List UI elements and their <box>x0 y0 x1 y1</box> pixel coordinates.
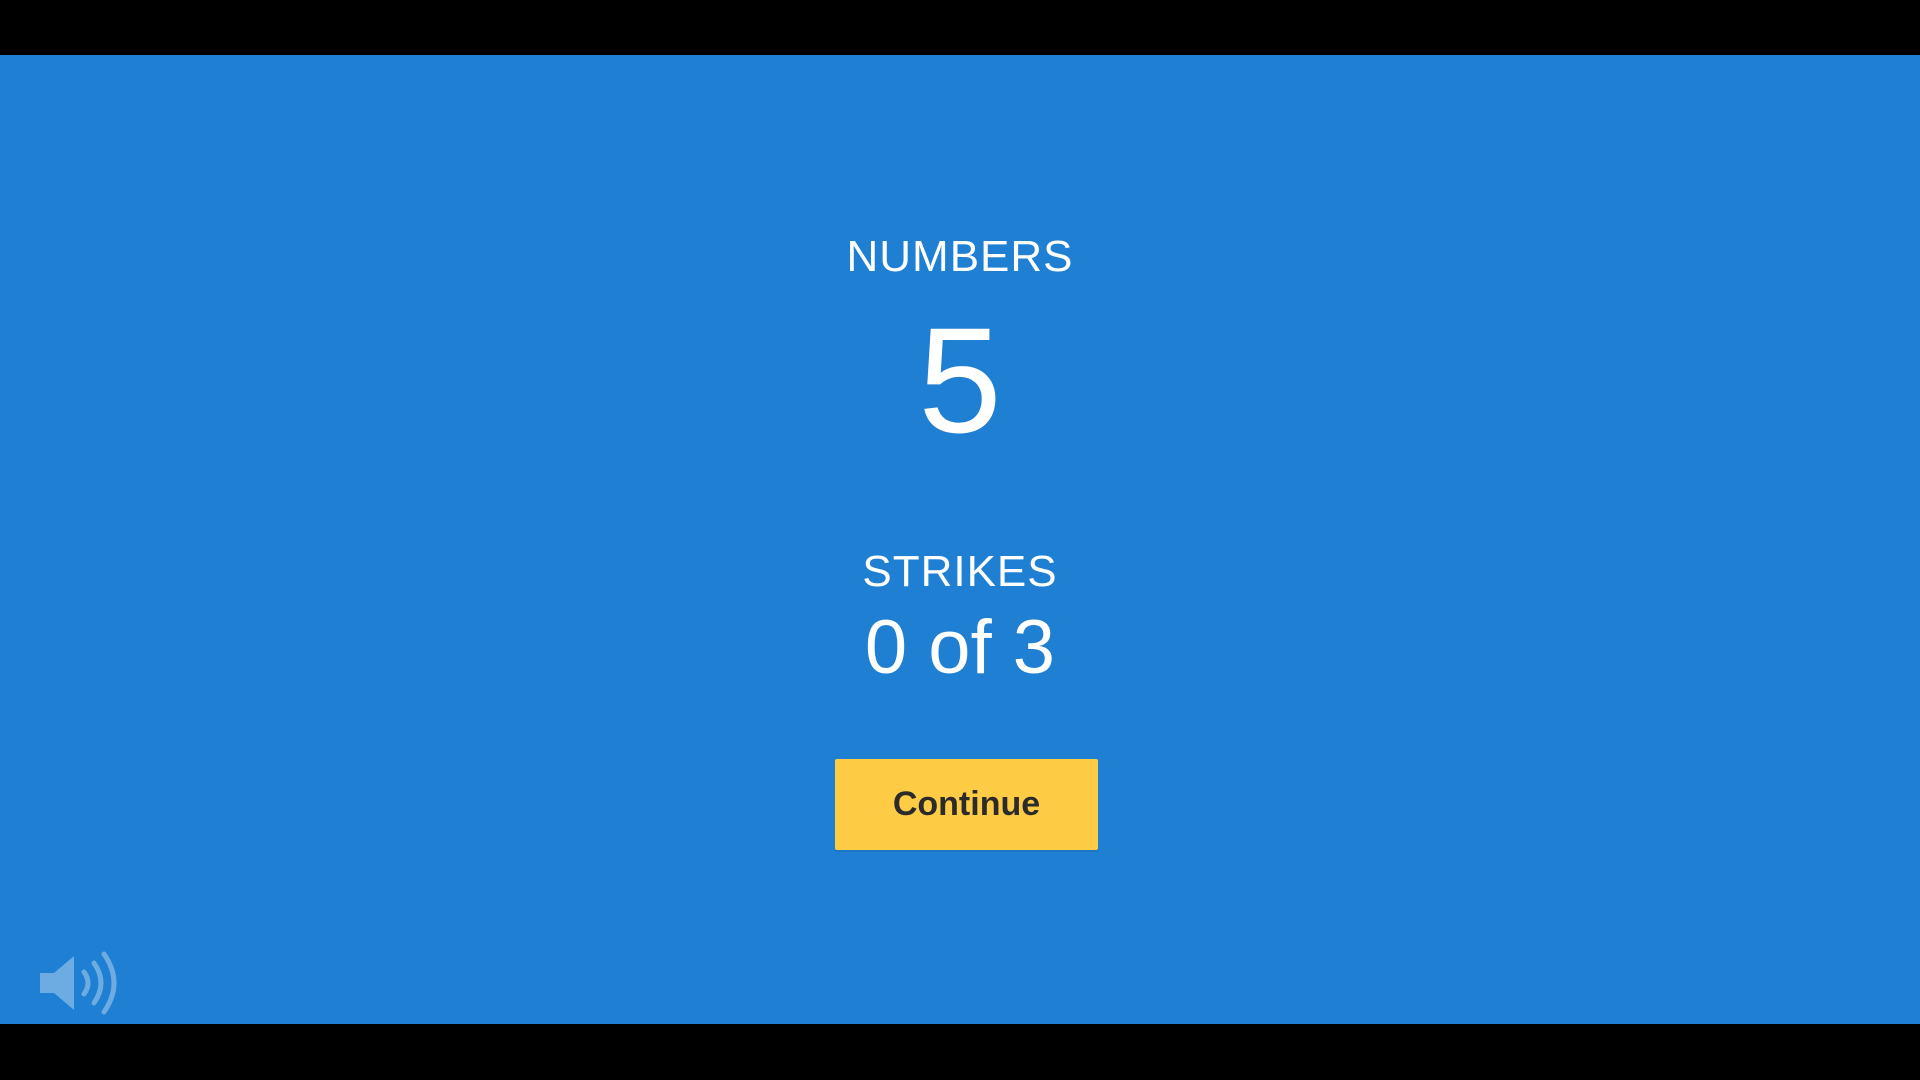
letterbox-top <box>0 0 1920 55</box>
sound-toggle-button[interactable] <box>38 948 122 1018</box>
continue-button[interactable]: Continue <box>835 759 1098 850</box>
speaker-volume-icon <box>38 948 122 1018</box>
strikes-value: 0 of 3 <box>864 605 1056 690</box>
numbers-label: NUMBERS <box>846 232 1074 281</box>
game-screen: NUMBERS 5 STRIKES 0 of 3 Continue <box>0 55 1920 1024</box>
letterbox-bottom <box>0 1024 1920 1080</box>
strikes-label: STRIKES <box>862 547 1058 596</box>
numbers-value: 5 <box>918 296 1002 464</box>
